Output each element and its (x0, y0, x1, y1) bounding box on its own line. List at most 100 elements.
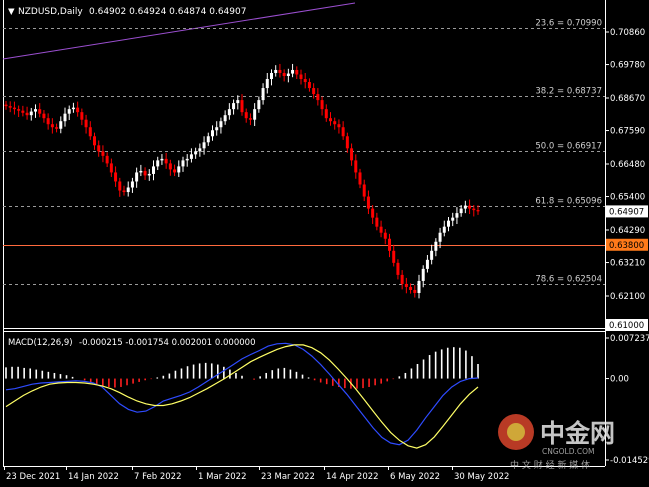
candle-body (438, 232, 442, 242)
candle-body (168, 163, 172, 170)
candle-body (29, 111, 33, 116)
current-price-label: 0.64907 (609, 207, 644, 217)
price-tick-label: 0.69780 (610, 61, 645, 71)
candle-body (261, 88, 265, 101)
macd-tick-label: -0.014529 (610, 456, 649, 466)
price-tick-label: 0.62100 (610, 292, 645, 302)
fib-label: 38.2 = 0.68737 (535, 87, 602, 97)
candle-body (409, 286, 413, 290)
candle-body (12, 107, 16, 110)
candle-body (105, 155, 109, 164)
candle-body (413, 289, 417, 293)
price-tick-label: 0.68670 (610, 94, 645, 104)
chart-svg: 23.6 = 0.70990 38.2 = 0.68737 50.0 = 0.669… (0, 0, 649, 483)
candle-body (392, 250, 396, 263)
candle-body (278, 69, 282, 73)
bottom-price-label: 0.61000 (609, 321, 644, 331)
candle-body (329, 118, 332, 122)
candle-body (240, 100, 244, 113)
candle-body (93, 136, 96, 146)
candle-body (21, 110, 25, 113)
candle-body (139, 170, 143, 173)
candle-body (8, 106, 12, 108)
chart-window: 23.6 = 0.70990 38.2 = 0.68737 50.0 = 0.669… (0, 0, 649, 483)
time-tick-label: 14 Apr 2022 (326, 472, 379, 482)
candle-body (324, 109, 328, 119)
candle-body (164, 158, 168, 164)
candle-body (177, 166, 181, 173)
watermark-logo-inner (507, 423, 525, 441)
candle-body (147, 173, 151, 176)
candle-body (417, 280, 421, 293)
candle-body (442, 226, 446, 233)
price-tick-label: 0.66480 (610, 160, 645, 170)
candle-body (223, 115, 227, 122)
candle-body (286, 73, 290, 76)
candle-body (244, 112, 248, 119)
macd-tick-label: 0.00 (610, 375, 629, 385)
candle-body (194, 151, 198, 155)
candle-body (109, 163, 113, 173)
macd-tick-label: 0.007237 (610, 334, 649, 344)
candle-body (337, 124, 341, 128)
candle-body (181, 160, 185, 167)
candle-body (84, 119, 88, 128)
watermark-site: CNGOLD.COM (542, 447, 595, 456)
candle-body (396, 262, 400, 275)
candle-body (17, 109, 21, 111)
time-tick-label: 1 Mar 2022 (198, 472, 246, 482)
candle-body (430, 250, 434, 260)
candle-body (114, 172, 118, 182)
candle-body (173, 169, 177, 173)
candle-body (379, 226, 383, 233)
candle-body (206, 136, 210, 143)
candle-body (358, 172, 362, 185)
candle-body (451, 217, 455, 221)
candle-body (265, 79, 269, 89)
candle-body (88, 127, 92, 137)
candle-body (215, 127, 219, 131)
candle-body (46, 118, 50, 125)
candle-body (375, 217, 379, 227)
ohlc-values: 0.64902 0.64924 0.64874 0.64907 (89, 7, 246, 17)
candle-body (130, 181, 134, 188)
candle-body (118, 181, 122, 191)
candle-body (341, 127, 345, 137)
candle-body (320, 100, 324, 110)
candle-body (156, 160, 160, 167)
candle-body (135, 172, 139, 182)
candle-body (198, 148, 202, 152)
candle-body (236, 100, 240, 104)
candle-body (248, 118, 252, 120)
candle-body (126, 187, 130, 193)
candle-body (312, 88, 316, 95)
candle-body (152, 166, 155, 174)
candle-body (38, 109, 42, 114)
candle-body (366, 196, 370, 209)
time-tick-label: 6 May 2022 (390, 472, 440, 482)
candle-body (421, 268, 425, 281)
candle-body (388, 238, 391, 251)
candle-body (97, 145, 101, 152)
candle-body (202, 142, 206, 149)
candle-body (4, 104, 8, 107)
candle-body (219, 121, 223, 128)
header-expand-icon[interactable]: ▼ (8, 7, 15, 17)
candle-body (67, 109, 71, 114)
candle-body (270, 72, 273, 80)
candle-body (291, 69, 295, 74)
support-price-label: 0.63800 (609, 241, 644, 251)
price-tick-label: 0.64290 (610, 226, 645, 236)
candle-body (232, 103, 236, 110)
watermark-name: 中金网 (540, 419, 615, 448)
candle-body (189, 154, 193, 159)
time-tick-label: 14 Jan 2022 (68, 472, 119, 482)
time-tick-label: 23 Dec 2021 (6, 472, 60, 482)
candle-body (476, 210, 480, 212)
watermark-subtitle: 中 文 财 经 新 媒 体 (510, 459, 590, 471)
price-tick-label: 0.70860 (610, 28, 645, 38)
candle-body (211, 130, 214, 137)
candle-body (303, 79, 307, 83)
fib-label: 78.6 = 0.62504 (535, 275, 602, 285)
fib-label: 50.0 = 0.66917 (535, 142, 602, 152)
